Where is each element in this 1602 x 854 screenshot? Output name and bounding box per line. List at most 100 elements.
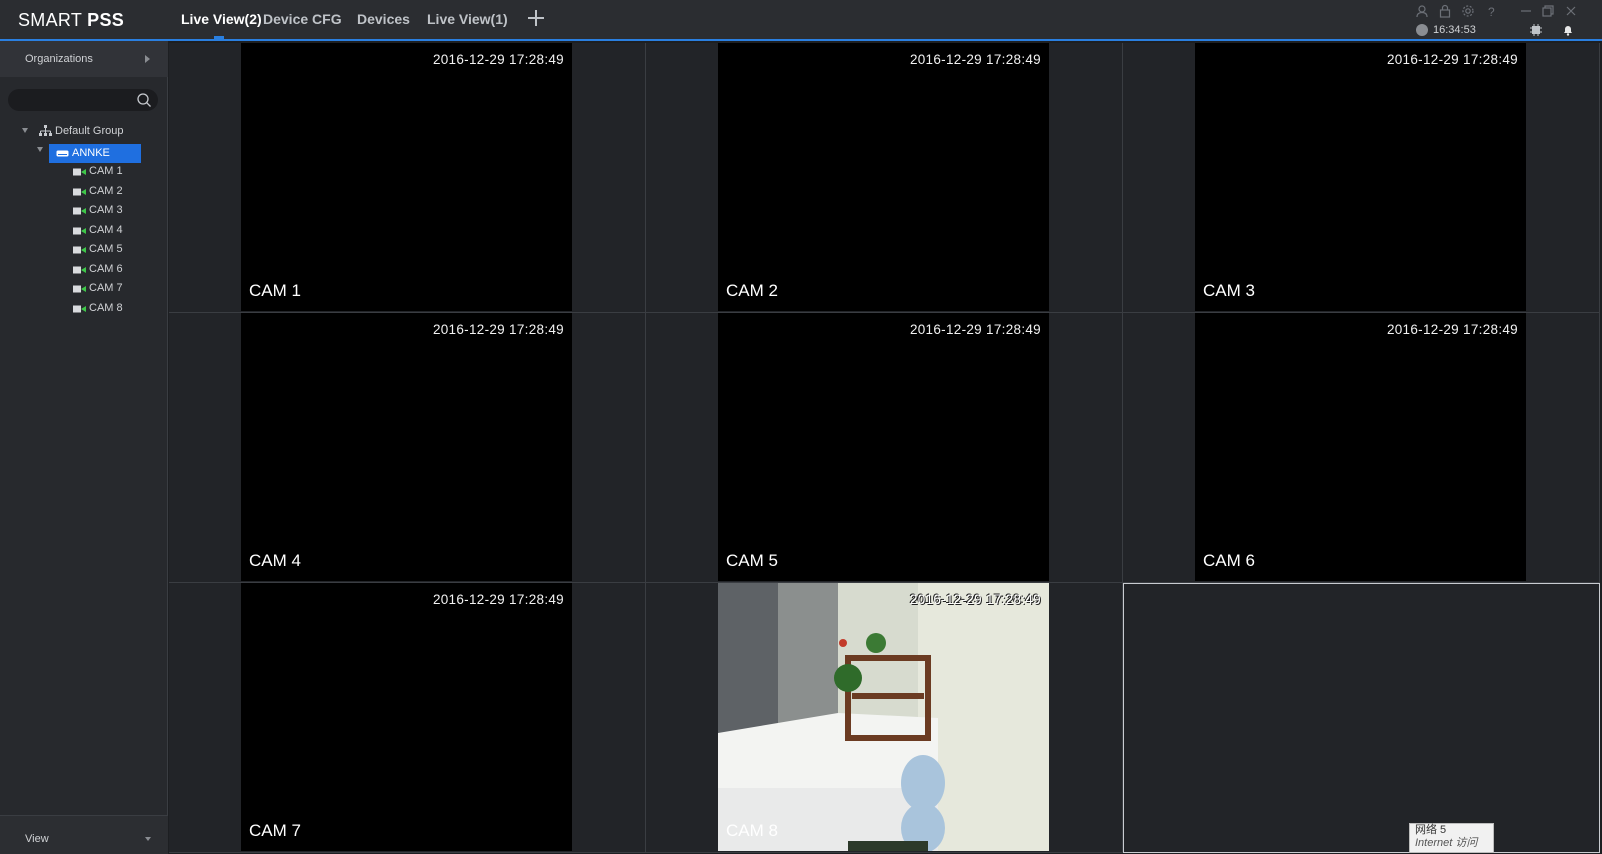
tree-item-channel[interactable]: CAM 3 bbox=[73, 203, 153, 221]
tree-item-channel[interactable]: CAM 7 bbox=[73, 281, 153, 299]
chevron-right-icon[interactable] bbox=[145, 55, 150, 63]
video-timestamp: 2016-12-29 17:28:49 bbox=[432, 52, 564, 67]
video-cell[interactable]: 2016-12-29 17:28:49 CAM 1 bbox=[169, 43, 646, 313]
video-camera-label: CAM 1 bbox=[249, 281, 301, 300]
tree-item-label: CAM 1 bbox=[89, 165, 123, 177]
tree-item-channel[interactable]: CAM 8 bbox=[73, 301, 153, 319]
minimize-icon[interactable] bbox=[1519, 4, 1533, 18]
video-feed[interactable]: 2016-12-29 17:28:49 CAM 6 bbox=[1195, 313, 1526, 581]
chevron-down-icon[interactable] bbox=[145, 837, 151, 841]
video-camera-label: CAM 8 bbox=[726, 821, 778, 840]
search-input[interactable] bbox=[16, 92, 138, 110]
video-feed[interactable]: 2016-12-29 17:28:49 CAM 8 bbox=[718, 583, 1049, 851]
view-label: View bbox=[25, 833, 49, 845]
video-feed[interactable]: 2016-12-29 17:28:49 CAM 1 bbox=[241, 43, 572, 311]
video-camera-label: CAM 2 bbox=[726, 281, 778, 300]
active-tab-indicator bbox=[214, 36, 224, 39]
video-cell[interactable]: 2016-12-29 17:28:49 CAM 5 bbox=[646, 313, 1123, 583]
tree-item-label: CAM 3 bbox=[89, 204, 123, 216]
camera-online-icon bbox=[73, 285, 86, 293]
tab-device-cfg[interactable]: Device CFG bbox=[263, 11, 342, 27]
live-feed-image bbox=[718, 583, 1049, 851]
tree-item-channel[interactable]: CAM 5 bbox=[73, 242, 153, 260]
tree-item-label: CAM 4 bbox=[89, 223, 123, 236]
video-timestamp: 2016-12-29 17:28:49 bbox=[1386, 322, 1518, 337]
clock-icon bbox=[1416, 24, 1428, 36]
video-feed[interactable]: 2016-12-29 17:28:49 CAM 2 bbox=[718, 43, 1049, 311]
video-cell[interactable]: 2016-12-29 17:28:49 CAM 8 bbox=[646, 583, 1123, 853]
tooltip-line-2: Internet 访问 bbox=[1415, 837, 1478, 849]
tree-item-label: CAM 6 bbox=[89, 262, 123, 275]
video-cell-empty[interactable] bbox=[1123, 583, 1600, 853]
video-camera-label: CAM 4 bbox=[249, 551, 301, 570]
tab-live-view-2[interactable]: Live View(2) bbox=[181, 11, 262, 27]
tree-item-channel[interactable]: CAM 1 bbox=[73, 164, 153, 182]
tree-item-label: ANNKE bbox=[72, 147, 110, 159]
video-feed[interactable]: 2016-12-29 17:28:49 CAM 7 bbox=[241, 583, 572, 851]
expand-icon[interactable] bbox=[37, 147, 43, 152]
camera-online-icon bbox=[73, 266, 86, 273]
sidebar: Organizations Default Group ANNKE CAM 1 C… bbox=[0, 41, 168, 854]
expand-icon[interactable] bbox=[22, 128, 28, 133]
video-grid: 2016-12-29 17:28:49 CAM 1 2016-12-29 17:28… bbox=[169, 43, 1602, 853]
search-icon[interactable] bbox=[136, 92, 152, 108]
cpu-icon[interactable] bbox=[1530, 24, 1542, 36]
tree-item-label: CAM 7 bbox=[89, 282, 123, 294]
video-camera-label: CAM 5 bbox=[726, 551, 778, 570]
network-tooltip: 网络 5 Internet 访问 bbox=[1409, 823, 1494, 853]
video-feed[interactable]: 2016-12-29 17:28:49 CAM 3 bbox=[1195, 43, 1526, 311]
video-cell[interactable]: 2016-12-29 17:28:49 CAM 7 bbox=[169, 583, 646, 853]
video-camera-label: CAM 7 bbox=[249, 821, 301, 840]
restore-icon[interactable] bbox=[1541, 4, 1555, 18]
video-feed[interactable]: 2016-12-29 17:28:49 CAM 4 bbox=[241, 313, 572, 581]
tree-item-default-group[interactable]: Default Group bbox=[20, 124, 160, 142]
tree-item-channel[interactable]: CAM 6 bbox=[73, 262, 153, 280]
camera-online-icon bbox=[73, 246, 86, 254]
help-icon[interactable]: ? bbox=[1484, 4, 1498, 18]
organizations-header[interactable]: Organizations bbox=[0, 41, 168, 77]
tab-live-view-1[interactable]: Live View(1) bbox=[427, 11, 508, 27]
lock-icon[interactable] bbox=[1438, 4, 1452, 18]
svg-text:?: ? bbox=[1488, 5, 1495, 18]
video-camera-label: CAM 6 bbox=[1203, 551, 1255, 570]
video-timestamp: 2016-12-29 17:28:49 bbox=[909, 52, 1041, 67]
bell-icon[interactable] bbox=[1562, 24, 1574, 36]
video-timestamp: 2016-12-29 17:28:49 bbox=[909, 592, 1041, 607]
tab-devices[interactable]: Devices bbox=[357, 11, 410, 27]
clock-time: 16:34:53 bbox=[1433, 24, 1476, 36]
tree-item-channel[interactable]: CAM 4 bbox=[73, 223, 153, 241]
video-timestamp: 2016-12-29 17:28:49 bbox=[909, 322, 1041, 337]
organizations-label: Organizations bbox=[25, 53, 93, 65]
video-timestamp: 2016-12-29 17:28:49 bbox=[432, 322, 564, 337]
camera-online-icon bbox=[73, 168, 86, 176]
organization-icon bbox=[39, 125, 52, 136]
tree-item-channel[interactable]: CAM 2 bbox=[73, 184, 153, 202]
video-cell[interactable]: 2016-12-29 17:28:49 CAM 3 bbox=[1123, 43, 1600, 313]
title-bar: SMART PSS Live View(2) Device CFG Device… bbox=[0, 0, 1602, 41]
settings-icon[interactable] bbox=[1461, 4, 1475, 18]
video-timestamp: 2016-12-29 17:28:49 bbox=[1386, 52, 1518, 67]
video-cell[interactable]: 2016-12-29 17:28:49 CAM 4 bbox=[169, 313, 646, 583]
tree-item-device-annke[interactable]: ANNKE bbox=[49, 144, 141, 163]
camera-online-icon bbox=[73, 207, 86, 215]
app-logo: SMART PSS bbox=[18, 10, 125, 30]
user-icon[interactable] bbox=[1415, 4, 1429, 18]
camera-online-icon bbox=[73, 188, 86, 195]
dvr-icon bbox=[56, 150, 69, 157]
video-cell[interactable]: 2016-12-29 17:28:49 CAM 6 bbox=[1123, 313, 1600, 583]
video-feed[interactable]: 2016-12-29 17:28:49 CAM 5 bbox=[718, 313, 1049, 581]
camera-online-icon bbox=[73, 227, 86, 234]
tree-item-label: Default Group bbox=[55, 125, 124, 137]
view-panel-header[interactable]: View bbox=[0, 815, 168, 854]
tree-item-label: CAM 8 bbox=[89, 301, 123, 314]
tooltip-line-1: 网络 5 bbox=[1415, 824, 1447, 836]
tree-item-label: CAM 2 bbox=[89, 184, 123, 197]
search-box bbox=[8, 89, 158, 111]
video-camera-label: CAM 3 bbox=[1203, 281, 1255, 300]
tree-item-label: CAM 5 bbox=[89, 243, 123, 255]
video-timestamp: 2016-12-29 17:28:49 bbox=[432, 592, 564, 607]
camera-online-icon bbox=[73, 305, 86, 312]
video-cell[interactable]: 2016-12-29 17:28:49 CAM 2 bbox=[646, 43, 1123, 313]
close-icon[interactable] bbox=[1564, 4, 1578, 18]
add-tab-icon[interactable] bbox=[526, 8, 546, 28]
